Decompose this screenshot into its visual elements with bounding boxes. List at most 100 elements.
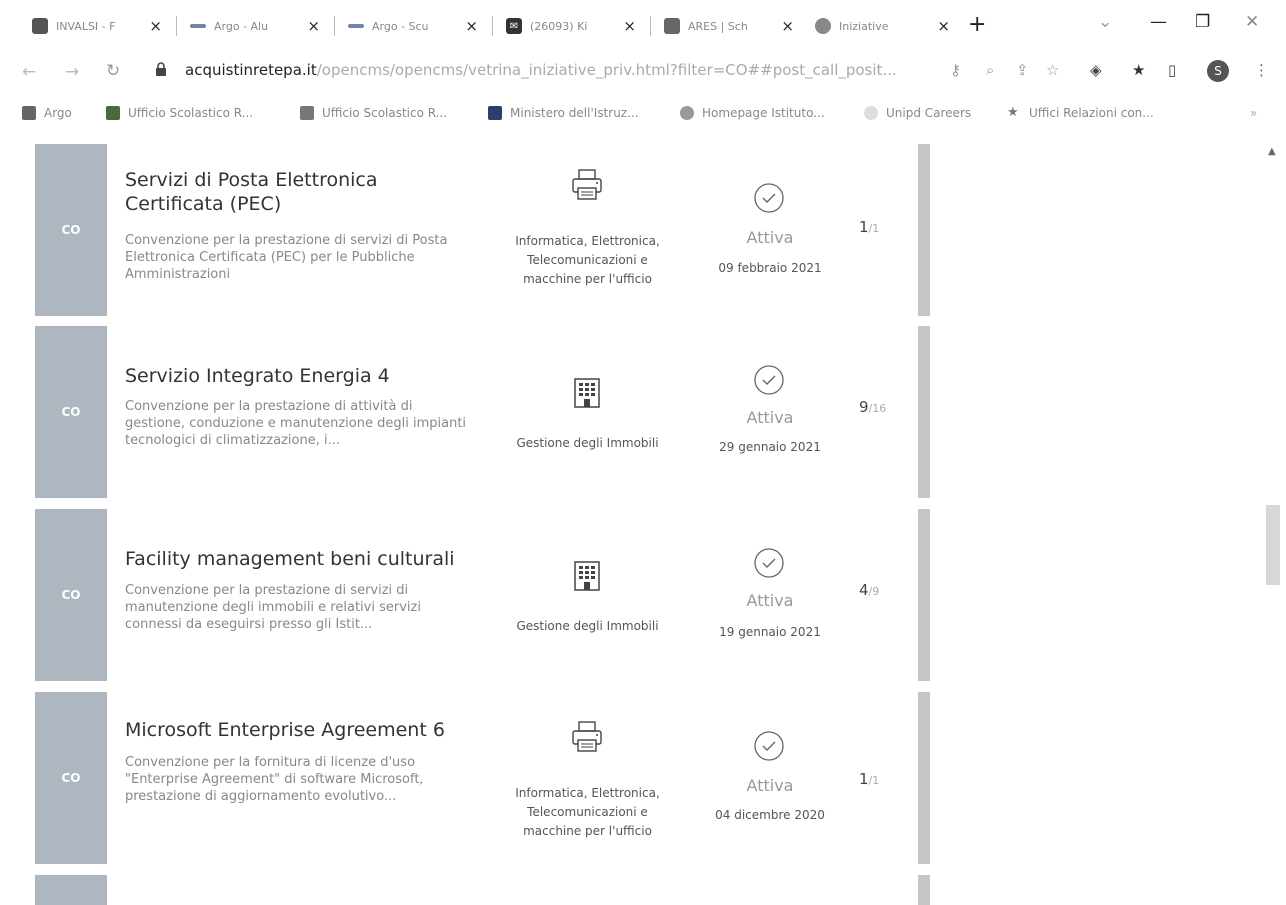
unipd-bookmark-icon (864, 106, 878, 120)
check-circle-icon (754, 183, 784, 213)
scroll-up-icon[interactable]: ▲ (1268, 146, 1276, 157)
shield-extension-icon[interactable]: ◈ (1090, 61, 1102, 79)
minimize-icon[interactable]: — (1150, 12, 1167, 32)
check-circle-icon (754, 365, 784, 395)
card-edge (918, 509, 930, 681)
more-bookmarks-icon[interactable]: » (1250, 106, 1257, 120)
category-label: Informatica, Elettronica, Telecomunicazi… (515, 234, 660, 286)
card-edge (918, 692, 930, 864)
window-close-icon[interactable]: ✕ (1245, 12, 1259, 32)
initiative-card[interactable]: CO Servizi di Posta Elettronica Certific… (35, 144, 930, 316)
tab-title: Iniziative (839, 19, 889, 33)
reload-icon[interactable]: ↻ (106, 61, 120, 81)
homepage-bookmark-icon (680, 106, 694, 120)
tab-title: Argo - Scu (372, 19, 429, 33)
building-icon (574, 561, 600, 591)
bookmark-label: Ufficio Scolastico R... (322, 106, 448, 120)
ares-favicon-icon (664, 18, 680, 34)
bookmark-uffici[interactable]: ★ Uffici Relazioni con... (1007, 106, 1154, 121)
status-label: Attiva (746, 228, 794, 247)
close-tab-icon[interactable]: × (465, 17, 478, 35)
tab-strip: INVALSI - F × Argo - Alu × Argo - Scu × … (0, 0, 1286, 52)
bookmark-usr-1[interactable]: Ufficio Scolastico R... (106, 106, 253, 120)
lock-icon[interactable] (155, 62, 167, 76)
bookmark-label: Uffici Relazioni con... (1029, 106, 1154, 120)
close-tab-icon[interactable]: × (307, 17, 320, 35)
close-tab-icon[interactable]: × (623, 17, 636, 35)
lot-count: 9/16 (859, 398, 887, 416)
menu-icon[interactable]: ⋮ (1254, 61, 1269, 79)
status-label: Attiva (746, 591, 794, 610)
close-tab-icon[interactable]: × (149, 17, 162, 35)
printer-icon (572, 721, 602, 752)
bookmark-label: Argo (44, 106, 72, 120)
initiative-card[interactable]: CO Microsoft Enterprise Agreement 6 Conv… (35, 692, 930, 864)
forward-icon[interactable]: → (65, 62, 79, 82)
initiative-description: Convenzione per la prestazione di serviz… (125, 583, 421, 632)
type-badge: CO (35, 326, 107, 498)
argo-favicon-icon (348, 24, 364, 28)
category-label: Gestione degli Immobili (516, 436, 659, 450)
type-badge: CO (35, 692, 107, 864)
initiative-card[interactable]: CO Servizio Integrato Energia 4 Convenzi… (35, 326, 930, 498)
tab-title: (26093) Ki (530, 19, 588, 33)
close-tab-icon[interactable]: × (781, 17, 794, 35)
tab-mail[interactable]: ✉ (26093) Ki × (496, 8, 646, 44)
maximize-icon[interactable]: ❐ (1195, 12, 1210, 32)
bookmark-star-icon[interactable]: ☆ (1046, 61, 1059, 79)
tab-argo-scuola[interactable]: Argo - Scu × (338, 8, 488, 44)
usr-bookmark-icon (106, 106, 120, 120)
card-edge (918, 875, 930, 905)
bookmark-homepage[interactable]: Homepage Istituto... (680, 106, 825, 120)
lot-count: 4/9 (859, 581, 880, 599)
bookmark-label: Ministero dell'Istruz... (510, 106, 639, 120)
share-icon[interactable]: ⇪ (1016, 61, 1029, 79)
invalsi-favicon-icon (32, 18, 48, 34)
category-label: Informatica, Elettronica, Telecomunicazi… (515, 786, 660, 838)
initiative-card[interactable] (35, 875, 930, 905)
avatar[interactable]: S (1207, 60, 1229, 82)
argo-bookmark-icon (22, 106, 36, 120)
initiative-card[interactable]: CO Facility management beni culturali Co… (35, 509, 930, 681)
initiative-description: Convenzione per la prestazione di attivi… (125, 399, 467, 448)
bookmark-label: Homepage Istituto... (702, 106, 825, 120)
scrollbar-thumb[interactable] (1266, 505, 1280, 585)
activation-date: 19 gennaio 2021 (719, 625, 821, 639)
extensions-icon[interactable]: ★ (1132, 61, 1145, 79)
initiative-title[interactable]: Servizio Integrato Energia 4 (125, 364, 470, 388)
tab-iniziative[interactable]: Iniziative × (805, 8, 960, 44)
category-label: Gestione degli Immobili (516, 619, 659, 633)
type-badge (35, 875, 107, 905)
card-edge (918, 326, 930, 498)
initiative-title[interactable]: Microsoft Enterprise Agreement 6 (125, 718, 470, 742)
tab-invalsi[interactable]: INVALSI - F × (22, 8, 172, 44)
tab-title: Argo - Alu (214, 19, 269, 33)
back-icon[interactable]: ← (22, 62, 36, 82)
bookmark-argo[interactable]: Argo (22, 106, 72, 120)
argo-favicon-icon (190, 24, 206, 28)
key-icon[interactable]: ⚷ (950, 61, 961, 79)
close-tab-icon[interactable]: × (937, 17, 950, 35)
printer-icon (572, 169, 602, 200)
building-icon (574, 378, 600, 408)
type-badge: CO (35, 144, 107, 316)
type-badge: CO (35, 509, 107, 681)
tab-ares[interactable]: ARES | Sch × (654, 8, 804, 44)
initiative-title[interactable]: Servizi di Posta Elettronica Certificata… (125, 168, 470, 216)
bookmark-label: Unipd Careers (886, 106, 972, 120)
initiative-title[interactable]: Facility management beni culturali (125, 547, 470, 571)
address-bar[interactable]: acquistinretepa.it/opencms/opencms/vetri… (185, 61, 915, 79)
side-panel-icon[interactable]: ▯ (1168, 61, 1176, 79)
tab-argo-alunni[interactable]: Argo - Alu × (180, 8, 330, 44)
usr-bookmark-icon (300, 106, 314, 120)
status-label: Attiva (746, 408, 794, 427)
bookmark-usr-2[interactable]: Ufficio Scolastico R... (300, 106, 447, 120)
new-tab-icon[interactable]: + (968, 12, 986, 37)
bookmark-unipd[interactable]: Unipd Careers (864, 106, 971, 120)
initiative-description: Convenzione per la prestazione di serviz… (125, 233, 448, 282)
ministero-bookmark-icon (488, 106, 502, 120)
bookmark-ministero[interactable]: Ministero dell'Istruz... (488, 106, 639, 120)
tab-search-icon[interactable]: ⌄ (1098, 12, 1112, 32)
zoom-icon[interactable]: ⌕ (986, 61, 994, 79)
url-path: /opencms/opencms/vetrina_iniziative_priv… (316, 61, 897, 79)
